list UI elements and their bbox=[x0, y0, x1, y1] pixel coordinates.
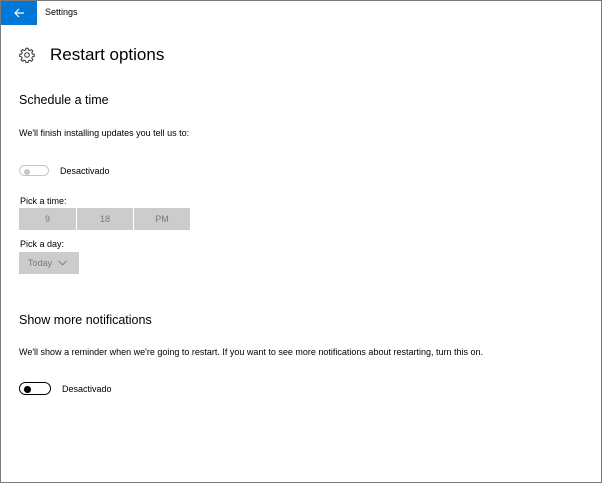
toggle-knob bbox=[24, 168, 30, 175]
time-picker[interactable]: 9 18 PM bbox=[19, 208, 190, 230]
notifications-toggle-label: Desactivado bbox=[62, 383, 112, 394]
period-field[interactable]: PM bbox=[133, 208, 190, 230]
hour-field[interactable]: 9 bbox=[19, 208, 76, 230]
gear-icon bbox=[19, 47, 35, 63]
back-button[interactable] bbox=[1, 1, 37, 25]
toggle-knob bbox=[24, 386, 31, 393]
page-title: Restart options bbox=[50, 45, 165, 64]
window-title: Settings bbox=[45, 7, 78, 17]
notifications-description: We'll show a reminder when we're going t… bbox=[19, 347, 484, 357]
day-value: Today bbox=[28, 258, 53, 268]
notifications-heading: Show more notifications bbox=[19, 313, 152, 327]
minute-field[interactable]: 18 bbox=[76, 208, 133, 230]
back-arrow-icon bbox=[13, 8, 24, 18]
notifications-toggle[interactable] bbox=[19, 382, 51, 395]
schedule-toggle-row: Desactivado bbox=[19, 165, 110, 176]
chevron-down-icon bbox=[58, 260, 67, 266]
schedule-toggle[interactable] bbox=[19, 165, 49, 176]
day-label: Pick a day: bbox=[20, 239, 65, 249]
settings-window: Settings Restart options Schedule a time… bbox=[0, 0, 602, 483]
page-header: Restart options bbox=[19, 45, 164, 65]
title-bar: Settings bbox=[1, 1, 601, 25]
day-dropdown[interactable]: Today bbox=[19, 252, 79, 274]
notifications-toggle-row: Desactivado bbox=[19, 382, 112, 395]
schedule-heading: Schedule a time bbox=[19, 93, 109, 107]
schedule-toggle-label: Desactivado bbox=[60, 165, 110, 176]
schedule-description: We'll finish installing updates you tell… bbox=[19, 128, 190, 138]
time-label: Pick a time: bbox=[20, 196, 67, 206]
